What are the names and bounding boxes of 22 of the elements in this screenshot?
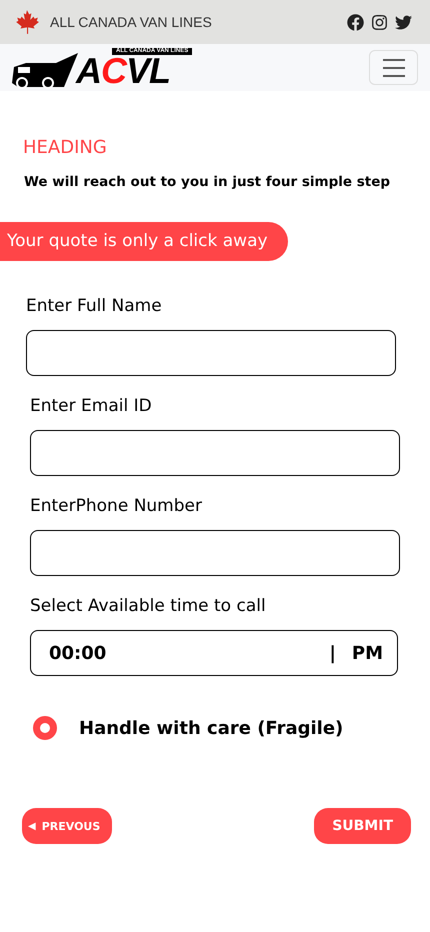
subheading: We will reach out to you in just four simple step <box>24 174 392 190</box>
previous-button[interactable]: ◀ PREVOUS <box>22 808 112 844</box>
heading: HEADING <box>23 137 108 158</box>
input-field[interactable] <box>26 330 396 376</box>
input-field[interactable] <box>30 530 400 576</box>
time-field[interactable]: 00:00 | PM <box>30 630 398 676</box>
radio-button[interactable] <box>33 716 57 740</box>
menu-button[interactable] <box>369 50 418 85</box>
quote-banner: Your quote is only a click away <box>0 222 288 261</box>
field-label: Enter Full Name <box>26 296 163 316</box>
twitter-icon[interactable] <box>395 14 412 30</box>
facebook-icon[interactable] <box>347 14 364 30</box>
input-field[interactable] <box>30 430 400 476</box>
field-label: EnterPhone Number <box>30 496 203 516</box>
instagram-icon[interactable] <box>371 14 388 30</box>
field-label: Enter Email ID <box>30 396 153 416</box>
maple-leaf-icon <box>14 9 40 35</box>
logo-text: ACVL <box>76 52 170 88</box>
field-label: Select Available time to call <box>30 596 267 616</box>
submit-button[interactable]: SUBMIT <box>314 808 411 844</box>
brand-name: ALL CANADA VAN LINES <box>50 14 213 30</box>
option-label: Handle with care (Fragile) <box>79 718 344 738</box>
